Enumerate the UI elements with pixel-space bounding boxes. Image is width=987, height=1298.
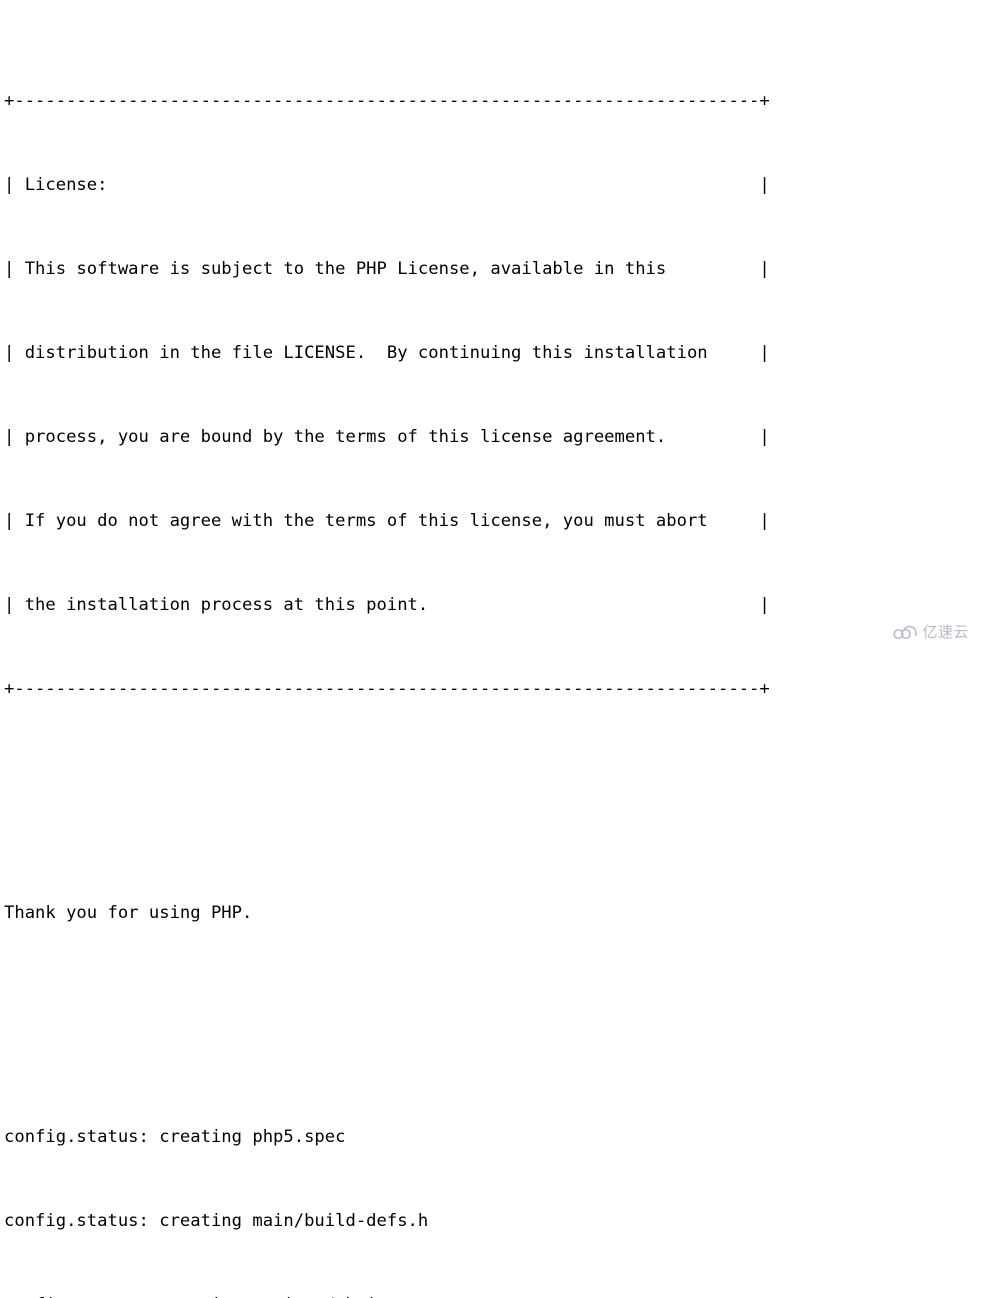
license-box-bottom-border: +---------------------------------------… xyxy=(4,679,770,699)
license-box-line-4: | If you do not agree with the terms of … xyxy=(4,511,770,531)
cloud-logo-icon xyxy=(892,624,918,641)
watermark: 亿速云 xyxy=(892,624,969,641)
config-status-line-1: config.status: creating main/build-defs.… xyxy=(4,1211,429,1231)
console-output: +---------------------------------------… xyxy=(4,3,770,1298)
config-status-line-2: config.status: creating scripts/phpize xyxy=(4,1291,770,1298)
license-box-line-5: | the installation process at this point… xyxy=(4,595,770,615)
thank-you-line: Thank you for using PHP. xyxy=(4,903,253,923)
watermark-text: 亿速云 xyxy=(922,623,969,641)
terminal-window: +---------------------------------------… xyxy=(0,0,987,1298)
config-status-line-0: config.status: creating php5.spec xyxy=(4,1127,346,1147)
license-box-line-2: | distribution in the file LICENSE. By c… xyxy=(4,343,770,363)
license-box-line-1: | This software is subject to the PHP Li… xyxy=(4,259,770,279)
license-box-top-border: +---------------------------------------… xyxy=(4,91,770,111)
license-box-line-3: | process, you are bound by the terms of… xyxy=(4,427,770,447)
license-box-line-0: | License: | xyxy=(4,175,770,195)
